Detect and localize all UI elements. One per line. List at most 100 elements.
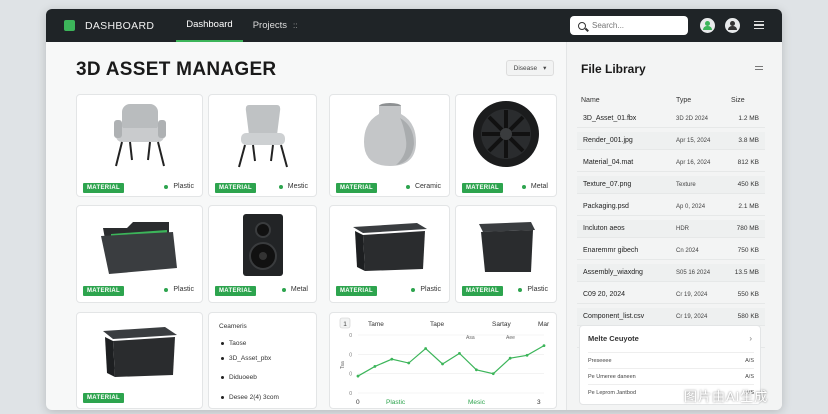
asset-card-armchair[interactable]: MATERIAL Plastic [76,94,203,197]
material-label: Plastic [164,183,194,190]
list-item[interactable]: 3D_Asset_pbx [221,355,271,362]
chart-points [356,344,546,378]
asset-card-box-1[interactable]: MATERIAL Plastic [329,205,450,303]
column-header-name[interactable]: Name [581,97,600,104]
file-type: Cr 19, 2024 [676,291,708,298]
file-name: Incluton aeos [583,225,625,232]
asset-card-chair[interactable]: MATERIAL Mestic [208,94,317,197]
folder-icon [77,206,202,284]
table-row[interactable]: Enaremmr gibech Cn 2024 750 KB [577,242,765,260]
nav-projects[interactable]: Projects :: [243,9,308,42]
chart-sublabel: Aee [506,335,515,341]
asset-card-box-2[interactable]: MATERIAL Plastic [455,205,557,303]
table-row[interactable]: Assembly_wiaxdng S05 16 2024 13.5 MB [577,264,765,282]
legend-label: Plastic [386,399,406,406]
list-item-label: Desee 2(4) 3com [229,394,279,401]
vase-icon [330,95,449,173]
collections-card: Ceameris Taose 3D_Asset_pbx Diduoeeb Des… [208,312,317,409]
chart-header: Tape [430,321,444,328]
list-item[interactable]: Taose [221,340,246,347]
table-row[interactable]: Component_list.csv Cr 19, 2024 580 KB [577,308,765,326]
status-dot [518,287,523,292]
legend-label: Mesic [468,399,486,406]
status-dot [281,287,286,292]
metadata-value: A/S [745,374,754,380]
file-name: Component_list.csv [583,313,645,320]
table-row[interactable]: Render_001.jpg Apr 15, 2024 3.8 MB [577,132,765,150]
filter-dropdown[interactable]: Disease ▾ [506,60,554,76]
brand-title: DASHBOARD [85,19,155,32]
chevron-right-icon[interactable]: › [749,334,752,343]
library-menu-icon[interactable] [755,66,763,70]
metadata-label: Pe Umeree daneen [588,374,636,380]
asset-card-box-3[interactable]: MATERIAL [76,312,203,409]
material-label: Metal [281,286,308,293]
collections-title: Ceameris [219,323,247,330]
chart-header: Tame [368,321,384,328]
asset-card-folder[interactable]: MATERIAL Plastic [76,205,203,303]
file-size: 812 KB [737,159,759,166]
column-header-size[interactable]: Size [731,97,745,104]
chair-icon [209,95,316,173]
metadata-label: Preseeee [588,358,612,364]
user-avatar[interactable] [725,18,740,33]
search-input[interactable] [592,21,682,30]
file-size: 750 KB [737,247,759,254]
data-point [373,365,377,368]
asset-card-wheel[interactable]: MATERIAL Metal [455,94,557,197]
file-size: 13.5 MB [734,269,759,276]
file-size: 580 KB [737,313,759,320]
main-nav: Dashboard Projects :: [176,9,307,42]
list-item[interactable]: Desee 2(4) 3com [221,394,279,401]
data-point [390,357,394,361]
status-dot [164,287,169,292]
file-type: S05 16 2024 [676,269,711,276]
table-row[interactable]: 3D_Asset_01.fbx 3D 2D 2024 1.2 MB [577,110,765,128]
table-row[interactable]: C09 20, 2024 Cr 19, 2024 550 KB [577,286,765,304]
file-name: Assembly_wiaxdng [583,269,643,276]
x-tick-label: 3 [537,399,541,406]
profile-icon-body [728,26,737,30]
search-box[interactable] [570,16,688,35]
status-dot [405,184,410,189]
hamburger-menu-icon[interactable] [754,21,764,29]
storage-box-icon [456,206,556,284]
x-tick-label: 0 [356,399,360,406]
material-tag: MATERIAL [83,393,124,403]
activity-line-chart: 1 Tame Tape Sartay Mar Asa Aee Tsa 0000 … [339,317,550,406]
chart-header: Mar [538,321,550,328]
file-type: Apr 16, 2024 [676,159,711,166]
material-label: Metal [521,183,548,190]
material-label: Plastic [164,286,194,293]
material-label: Plastic [518,286,548,293]
nav-dashboard[interactable]: Dashboard [176,9,243,42]
file-type: Texture [676,181,696,188]
y-tick-label: 0 [349,352,352,358]
filter-dropdown-label: Disease [513,64,538,72]
ai-generated-watermark: 图片由AI生成 [684,389,769,404]
material-tag: MATERIAL [336,286,377,296]
asset-card-vase[interactable]: MATERIAL Ceramic [329,94,450,197]
table-row[interactable]: Packaging.psd Ap 0, 2024 2.1 MB [577,198,765,216]
material-label: Mestic [278,183,308,190]
file-name: Material_04.mat [583,159,634,166]
user-avatar-green[interactable] [700,18,715,33]
status-dot [278,184,283,189]
status-dot [164,184,169,189]
table-row[interactable]: Incluton aeos HDR 780 MB [577,220,765,238]
status-dot [411,287,416,292]
table-row[interactable]: Material_04.mat Apr 16, 2024 812 KB [577,154,765,172]
chevron-down-icon: ▾ [543,65,547,72]
y-tick-label: 0 [349,372,352,378]
table-row[interactable]: Texture_07.png Texture 450 KB [577,176,765,194]
file-type: Ap 0, 2024 [676,203,706,210]
column-header-type[interactable]: Type [676,97,691,104]
metadata-label: Pe Leprom Jantbod [588,390,637,396]
material-name: Plastic [420,286,441,293]
asset-card-speaker[interactable]: MATERIAL Metal [208,205,317,303]
material-tag: MATERIAL [83,183,124,193]
file-type: Cn 2024 [676,247,699,254]
file-type: 3D 2D 2024 [676,115,709,122]
list-item[interactable]: Diduoeeb [221,374,257,381]
file-name: Texture_07.png [583,181,632,188]
